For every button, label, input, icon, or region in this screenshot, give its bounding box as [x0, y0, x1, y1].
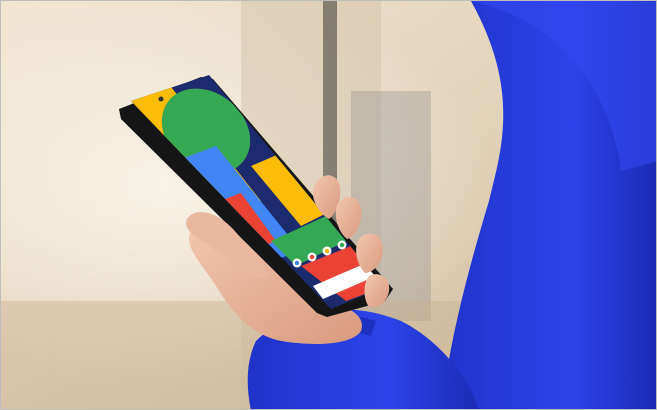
front-camera-icon	[158, 96, 164, 102]
messages-icon-dot	[339, 242, 345, 248]
chrome-icon-dot	[309, 254, 315, 260]
google-app-icon-dot	[294, 260, 300, 266]
photo-canvas	[1, 1, 656, 409]
photos-icon-dot	[324, 248, 330, 254]
photo	[0, 0, 657, 410]
